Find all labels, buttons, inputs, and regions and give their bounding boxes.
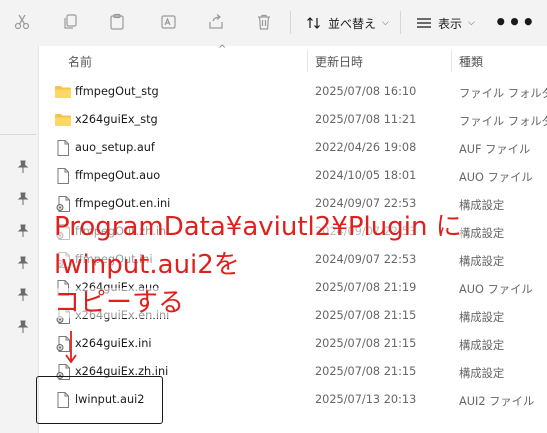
file-type: AUF ファイル [459,143,531,156]
file-date: 2025/07/08 21:15 [315,365,417,378]
file-date: 2025/07/08 11:21 [315,113,417,126]
chevron-down-icon: ⌵ [382,18,389,28]
rename-icon[interactable] [157,10,181,34]
more-options-icon[interactable]: ••• [494,10,534,34]
pin-icon[interactable] [16,256,30,270]
file-date: 2022/04/26 19:08 [315,141,417,154]
chevron-down-icon: ⌵ [468,18,475,28]
file-row[interactable]: ffmpegOut.auo 2024/10/05 18:01 AUO ファイル [39,163,547,189]
column-resize-handle[interactable] [451,50,452,72]
column-date[interactable]: 更新日時 [315,53,363,70]
file-type: 構成設定 [459,339,505,352]
file-type: AUO ファイル [459,171,533,184]
pin-icon[interactable] [16,320,30,334]
cut-icon[interactable] [10,10,34,34]
file-date: 2025/07/08 21:15 [315,337,417,350]
file-row[interactable]: auo_setup.auf 2022/04/26 19:08 AUF ファイル [39,135,547,161]
navigation-divider [0,134,36,135]
toolbar-separator [400,11,401,34]
file-name: ffmpegOut_stg [75,85,159,98]
share-icon[interactable] [204,10,228,34]
file-date: 2024/10/05 18:01 [315,169,417,182]
sort-label: 並べ替え [328,16,377,31]
file-name: ffmpegOut.auo [75,169,161,182]
file-name: auo_setup.auf [75,141,155,154]
pin-icon[interactable] [16,192,30,206]
file-type: ファイル フォルダー [459,87,547,100]
file-date: 2025/07/13 20:13 [315,393,417,406]
view-icon [417,18,431,28]
sort-ascending-icon: ^ [218,44,227,55]
folder-icon [54,83,72,101]
toolbar-separator [290,11,291,34]
column-header: ^ 名前 更新日時 種類 [39,44,547,74]
pin-icon[interactable] [16,288,30,302]
pin-icon[interactable] [16,224,30,238]
sort-button[interactable]: 並べ替え ⌵ [306,10,389,36]
folder-icon [54,111,72,129]
column-resize-handle[interactable] [307,50,308,72]
file-name: x264guiEx_stg [75,113,158,126]
file-type: AUI2 ファイル [459,395,535,408]
copy-icon[interactable] [58,10,82,34]
pin-icon[interactable] [16,160,30,174]
view-button[interactable]: 表示 ⌵ [416,10,475,36]
annotation-line-2: lwinput.aui2を [54,250,240,280]
file-row[interactable]: x264guiEx.ini 2025/07/08 21:15 構成設定 [39,331,547,357]
highlight-box [36,376,163,424]
column-name[interactable]: 名前 [68,53,92,70]
sort-icon [307,17,320,29]
file-type: ファイル フォルダー [459,115,547,128]
delete-icon[interactable] [252,10,276,34]
navigation-pane [0,46,38,433]
file-row[interactable]: ffmpegOut_stg 2025/07/08 16:10 ファイル フォルダー [39,79,547,105]
view-label: 表示 [438,16,463,31]
annotation-arrow-icon [65,331,77,364]
annotation-line-1: ProgramData¥aviutl2¥Plugin に [54,212,462,242]
command-bar: 並べ替え ⌵ 表示 ⌵ ••• [0,0,547,46]
annotation-text: ProgramData¥aviutl2¥Plugin に lwinput.aui… [54,208,494,322]
file-date: 2025/07/08 16:10 [315,85,417,98]
paste-icon[interactable] [105,10,129,34]
file-icon [54,139,72,157]
file-icon [54,167,72,185]
file-row[interactable]: x264guiEx_stg 2025/07/08 11:21 ファイル フォルダー [39,107,547,133]
file-type: 構成設定 [459,367,505,380]
annotation-line-3: コピーする [54,288,185,318]
column-type[interactable]: 種類 [459,53,483,70]
file-name: x264guiEx.ini [75,337,152,350]
